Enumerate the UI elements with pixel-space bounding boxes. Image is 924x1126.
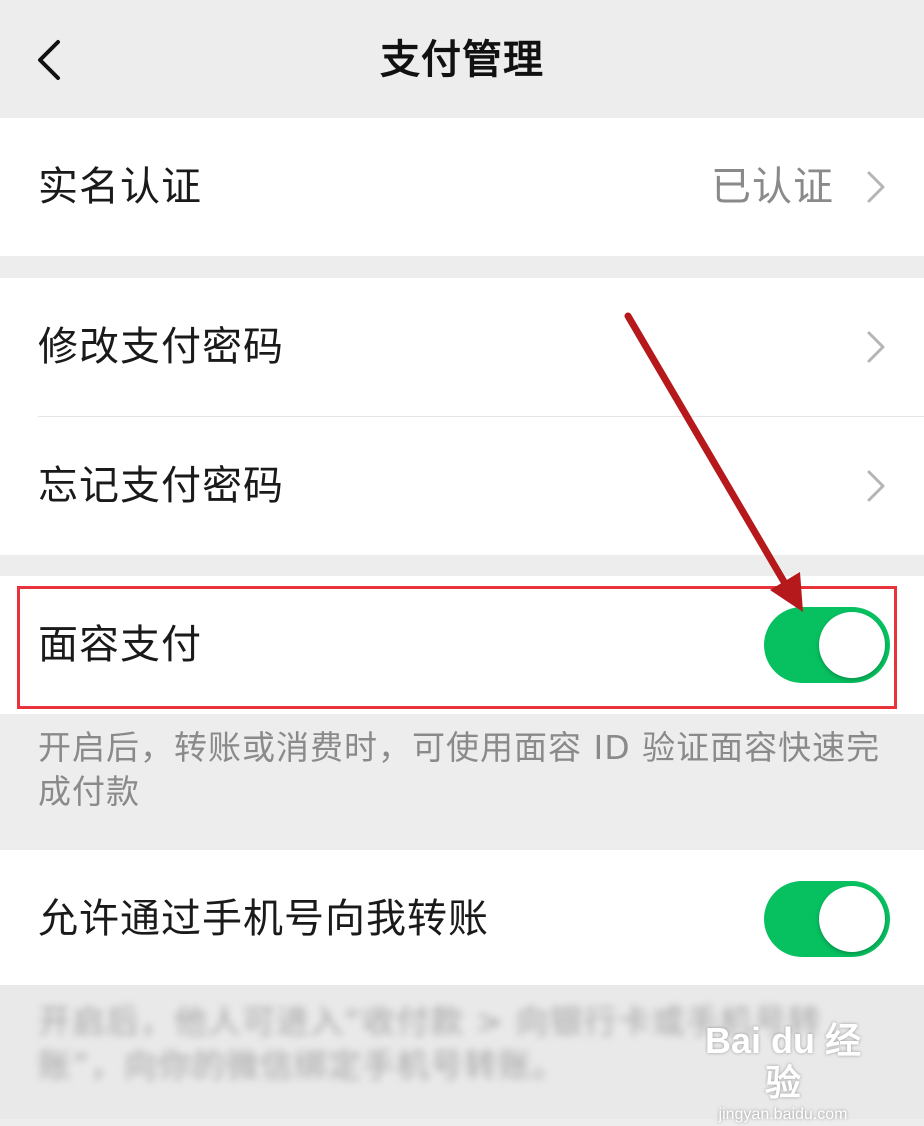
face-pay-label: 面容支付 (38, 622, 202, 668)
baidu-watermark: Bai du 经验 jingyan.baidu.com (688, 1020, 878, 1123)
forgot-password-cell[interactable]: 忘记支付密码 (0, 417, 924, 555)
phone-transfer-cell: 允许通过手机号向我转账 (0, 850, 924, 988)
face-pay-group: 面容支付 (0, 576, 924, 714)
real-name-cell[interactable]: 实名认证 已认证 (0, 118, 924, 256)
real-name-label: 实名认证 (38, 164, 202, 210)
face-pay-switch[interactable] (764, 607, 890, 683)
chevron-right-icon (867, 171, 885, 203)
change-password-cell[interactable]: 修改支付密码 (0, 278, 924, 416)
face-pay-cell: 面容支付 (0, 576, 924, 714)
real-name-status: 已认证 (711, 164, 834, 210)
forgot-password-label: 忘记支付密码 (38, 463, 284, 509)
change-password-label: 修改支付密码 (38, 324, 284, 370)
watermark-brand: Bai du 经验 (704, 1020, 861, 1103)
nav-bar: 支付管理 (0, 0, 924, 118)
watermark-site: jingyan.baidu.com (718, 1106, 848, 1123)
chevron-right-icon (867, 331, 885, 363)
phone-transfer-label: 允许通过手机号向我转账 (38, 896, 489, 942)
chevron-right-icon (867, 470, 885, 502)
verification-group: 实名认证 已认证 (0, 118, 924, 256)
phone-transfer-group: 允许通过手机号向我转账 (0, 850, 924, 988)
page-title: 支付管理 (380, 37, 544, 83)
switch-knob (819, 612, 885, 678)
password-group: 修改支付密码 忘记支付密码 (0, 278, 924, 555)
switch-knob (819, 886, 885, 952)
phone-transfer-switch[interactable] (764, 881, 890, 957)
face-pay-description: 开启后，转账或消费时，可使用面容 ID 验证面容快速完成付款 (38, 728, 881, 811)
